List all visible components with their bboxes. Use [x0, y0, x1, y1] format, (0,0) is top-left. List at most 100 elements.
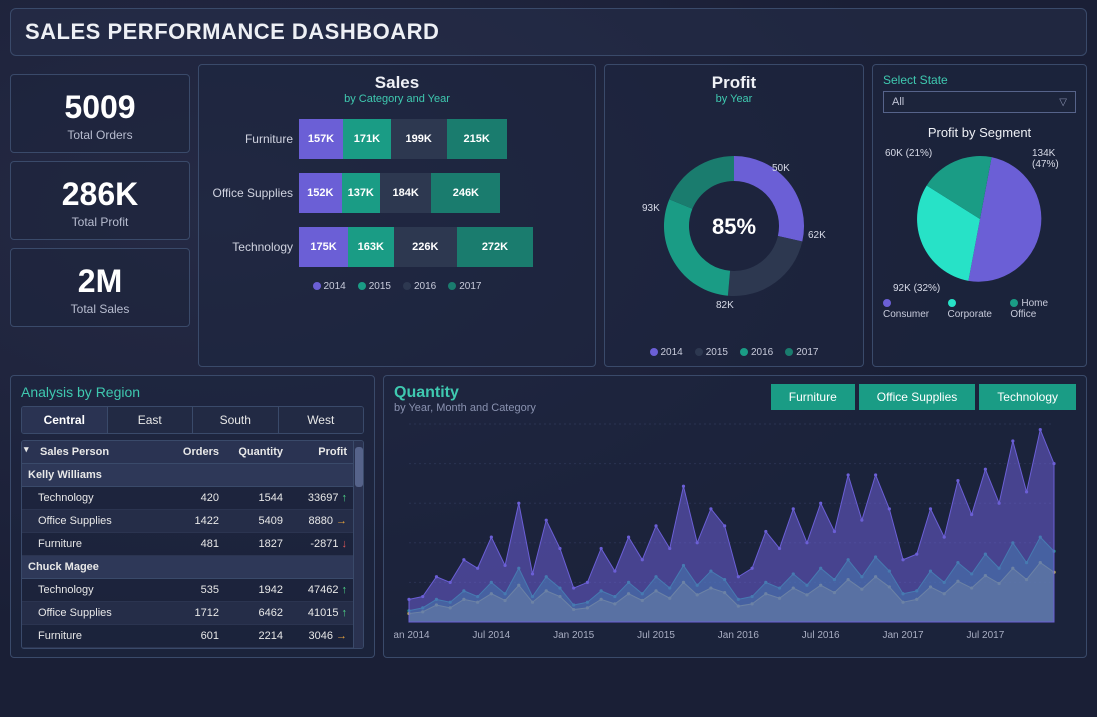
- tab-east[interactable]: East: [108, 407, 194, 433]
- kpi-value: 2M: [15, 263, 185, 300]
- table-group: Chuck Magee: [22, 556, 353, 579]
- bar-segment: 137K: [342, 173, 380, 213]
- cat-tab-office[interactable]: Office Supplies: [859, 384, 976, 410]
- legend-item: 2016: [740, 347, 773, 358]
- pie-label: 92K (32%): [893, 283, 940, 294]
- svg-text:Jan 2017: Jan 2017: [882, 630, 924, 641]
- svg-text:Jan 2016: Jan 2016: [718, 630, 760, 641]
- scrollbar[interactable]: [353, 441, 363, 648]
- pie-label: 60K (21%): [885, 148, 932, 159]
- filter-label: Select State: [883, 73, 1076, 87]
- sales-legend: 2014 2015 2016 2017: [209, 281, 585, 292]
- sort-icon[interactable]: ▾: [24, 444, 29, 455]
- svg-text:Jul 2016: Jul 2016: [802, 630, 840, 641]
- bar-segment: 246K: [431, 173, 500, 213]
- cat-tab-furniture[interactable]: Furniture: [771, 384, 855, 410]
- quantity-panel: Quantity by Year, Month and Category Fur…: [383, 375, 1087, 658]
- category-tabs: Furniture Office Supplies Technology: [771, 384, 1076, 410]
- svg-text:Jan 2015: Jan 2015: [553, 630, 595, 641]
- profit-by-year-panel: Profit by Year 85% 50K 62K 82K 93K 2014 …: [604, 64, 864, 367]
- kpi-value: 286K: [15, 176, 185, 213]
- tab-south[interactable]: South: [193, 407, 279, 433]
- chevron-down-icon: ▽: [1059, 97, 1067, 108]
- pie-legend: Consumer Corporate Home Office: [883, 298, 1076, 320]
- table-group: Kelly Williams: [22, 464, 353, 487]
- legend-item: 2014: [650, 347, 683, 358]
- svg-text:Jul 2017: Jul 2017: [966, 630, 1004, 641]
- donut-chart: 85% 50K 62K 82K 93K: [624, 116, 844, 336]
- pie-chart: [910, 149, 1050, 289]
- kpi-label: Total Profit: [15, 215, 185, 229]
- legend-item: 2017: [448, 281, 481, 292]
- table-header: ▾ Sales Person Orders Quantity Profit: [22, 441, 353, 464]
- trend-flat-icon: →: [336, 630, 347, 642]
- kpi-label: Total Orders: [15, 128, 185, 142]
- donut-center-label: 85%: [712, 214, 756, 239]
- sales-by-category-panel: Sales by Category and Year Furniture157K…: [198, 64, 596, 367]
- kpi-value: 5009: [15, 89, 185, 126]
- legend-item: Consumer: [883, 298, 940, 320]
- select-value: All: [892, 96, 904, 108]
- chart-subtitle: by Year, Month and Category: [394, 402, 536, 414]
- region-tabs: Central East South West: [21, 406, 364, 434]
- profit-legend: 2014 2015 2016 2017: [615, 347, 853, 358]
- quantity-area-chart: Jan 2014 Jul 2014 Jan 2015 Jul 2015 Jan 2016…: [394, 414, 1064, 644]
- svg-text:Jul 2015: Jul 2015: [637, 630, 675, 641]
- chart-title: Quantity: [394, 384, 536, 402]
- table-row[interactable]: Technology535194247462↑: [22, 579, 353, 602]
- chart-subtitle: by Year: [615, 93, 853, 105]
- svg-text:62K: 62K: [808, 230, 826, 241]
- bar-segment: 157K: [299, 119, 343, 159]
- table-row[interactable]: Furniture4811827-2871↓: [22, 533, 353, 556]
- chart-title: Sales: [209, 73, 585, 93]
- dashboard-header: SALES PERFORMANCE DASHBOARD: [10, 8, 1087, 56]
- trend-up-icon: ↑: [342, 584, 348, 596]
- legend-item: 2014: [313, 281, 346, 292]
- bar-segment: 171K: [343, 119, 391, 159]
- tab-west[interactable]: West: [279, 407, 364, 433]
- kpi-total-profit: 286K Total Profit: [10, 161, 190, 240]
- legend-item: 2015: [358, 281, 391, 292]
- state-select[interactable]: All ▽: [883, 91, 1076, 113]
- legend-item: 2015: [695, 347, 728, 358]
- page-title: SALES PERFORMANCE DASHBOARD: [25, 19, 1072, 45]
- trend-down-icon: ↓: [342, 538, 348, 550]
- kpi-column: 5009 Total Orders 286K Total Profit 2M T…: [10, 64, 190, 367]
- svg-text:82K: 82K: [716, 300, 734, 311]
- cat-tab-technology[interactable]: Technology: [979, 384, 1076, 410]
- legend-item: Corporate: [948, 298, 1003, 320]
- kpi-label: Total Sales: [15, 302, 185, 316]
- bar-segment: 184K: [380, 173, 432, 213]
- bar-segment: 152K: [299, 173, 342, 213]
- bar-segment: 163K: [348, 227, 394, 267]
- table-row[interactable]: Office Supplies142254098880→: [22, 510, 353, 533]
- bar-segment: 226K: [394, 227, 457, 267]
- bar-segment: 215K: [447, 119, 507, 159]
- bar-segment: 199K: [391, 119, 447, 159]
- panel-title: Analysis by Region: [21, 384, 364, 400]
- trend-up-icon: ↑: [342, 607, 348, 619]
- pie-label: 134K (47%): [1032, 148, 1082, 170]
- chart-subtitle: by Category and Year: [209, 93, 585, 105]
- bar-segment: 175K: [299, 227, 348, 267]
- svg-text:Jan 2014: Jan 2014: [394, 630, 430, 641]
- chart-title: Profit by Segment: [883, 125, 1076, 140]
- right-panel: Select State All ▽ Profit by Segment 60K…: [872, 64, 1087, 367]
- svg-text:93K: 93K: [642, 203, 660, 214]
- legend-item: Home Office: [1010, 298, 1076, 320]
- svg-text:Jul 2014: Jul 2014: [472, 630, 510, 641]
- kpi-total-sales: 2M Total Sales: [10, 248, 190, 327]
- chart-title: Profit: [615, 73, 853, 93]
- table-row[interactable]: Office Supplies1712646241015↑: [22, 602, 353, 625]
- table-row[interactable]: Technology420154433697↑: [22, 487, 353, 510]
- kpi-total-orders: 5009 Total Orders: [10, 74, 190, 153]
- table-row[interactable]: Furniture60122143046→: [22, 625, 353, 648]
- trend-up-icon: ↑: [342, 492, 348, 504]
- bar-segment: 272K: [457, 227, 533, 267]
- legend-item: 2016: [403, 281, 436, 292]
- trend-flat-icon: →: [336, 515, 347, 527]
- region-analysis-panel: Analysis by Region Central East South We…: [10, 375, 375, 658]
- legend-item: 2017: [785, 347, 818, 358]
- tab-central[interactable]: Central: [22, 407, 108, 433]
- svg-text:50K: 50K: [772, 163, 790, 174]
